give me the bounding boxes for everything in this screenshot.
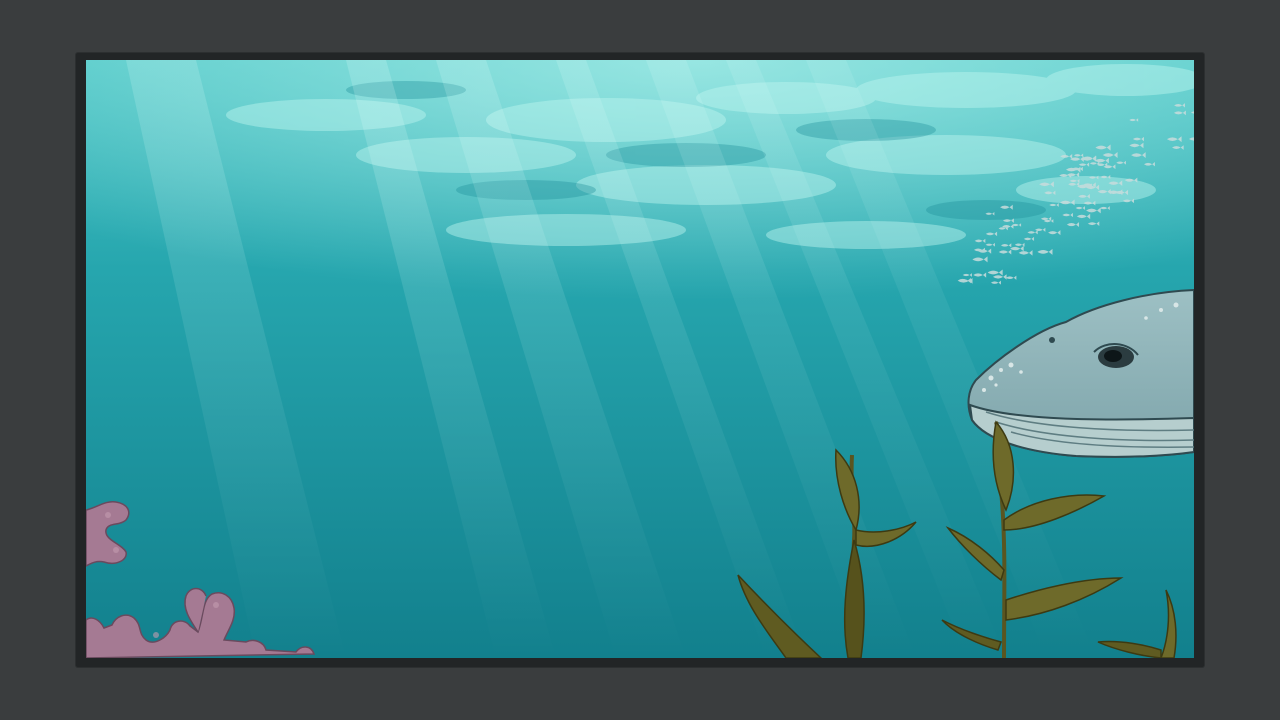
video-player-background — [0, 0, 1280, 720]
video-viewport[interactable] — [86, 60, 1194, 658]
underwater-scene — [86, 60, 1194, 658]
